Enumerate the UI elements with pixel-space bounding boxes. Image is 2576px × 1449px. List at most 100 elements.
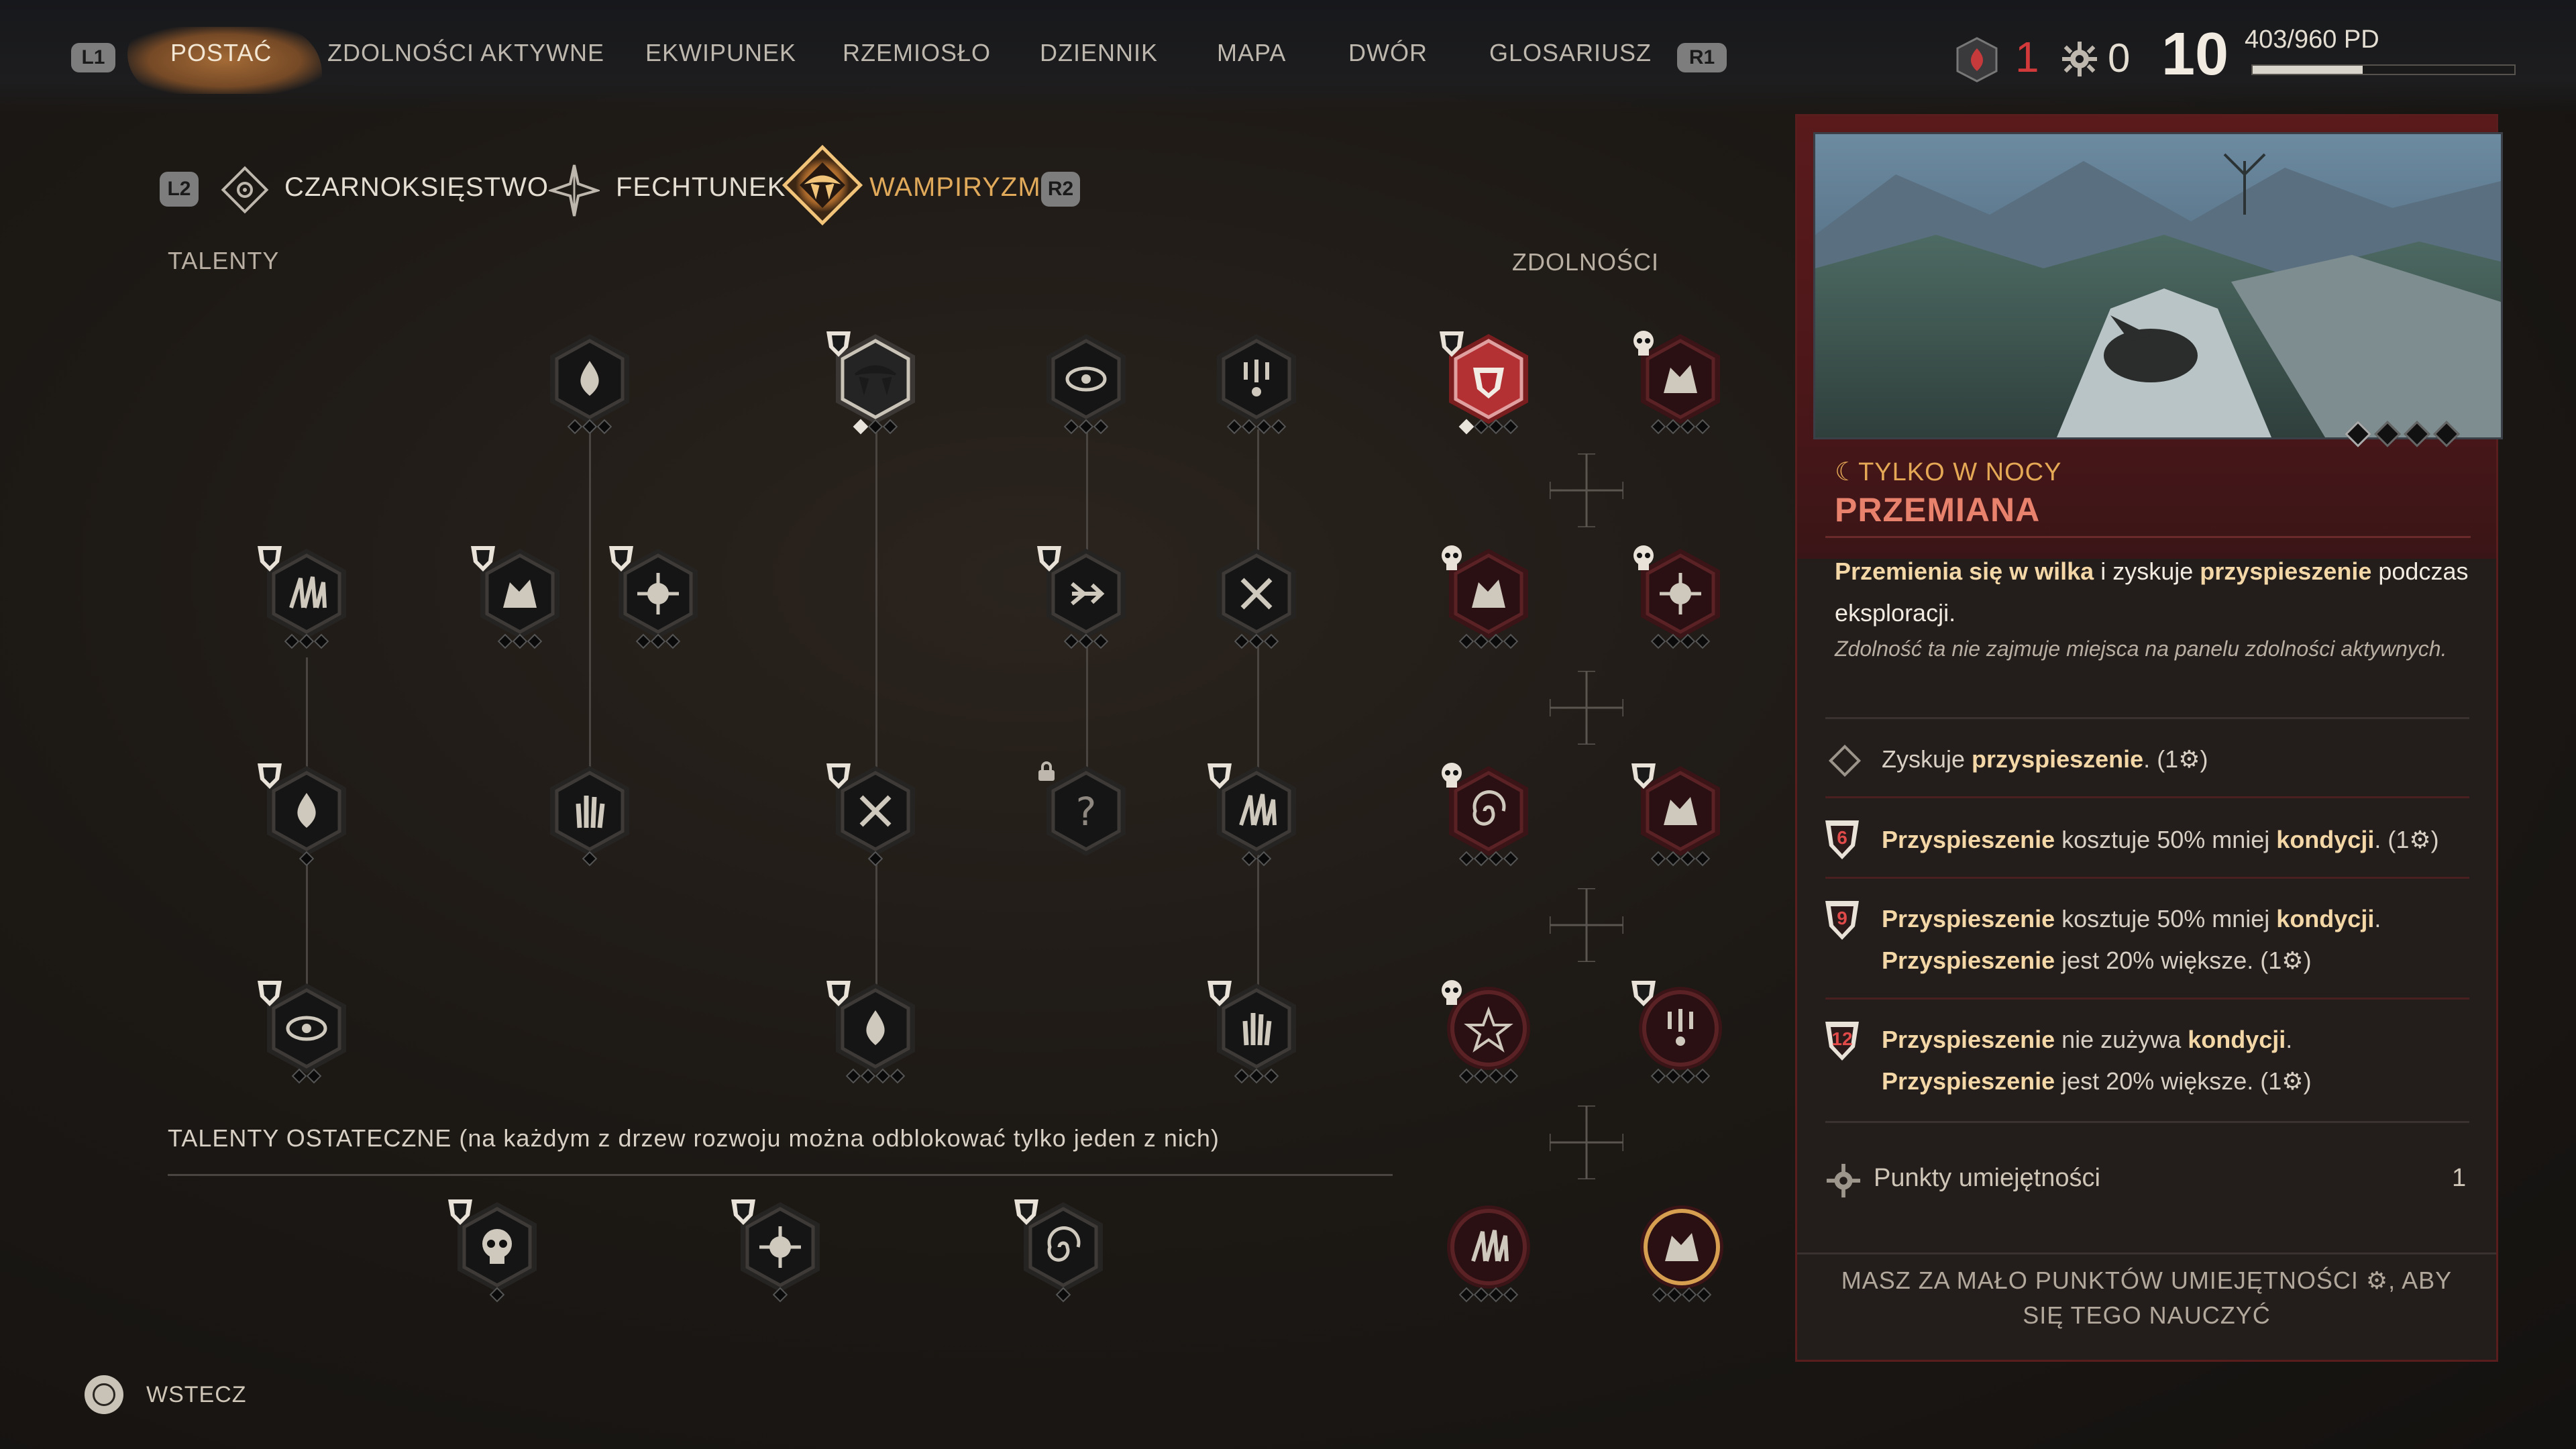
talent-node[interactable] — [825, 761, 926, 867]
talent-node[interactable] — [256, 543, 357, 649]
ultimate-ability-node-emblem — [1447, 1205, 1530, 1289]
rank-pip — [313, 633, 329, 649]
upgrade-cost: jest 20% większe. (1 — [2055, 947, 2282, 974]
rank-pip — [1488, 633, 1504, 649]
tab-rzemioslo[interactable]: RZEMIOSŁO — [843, 39, 991, 67]
ability-node[interactable] — [1630, 761, 1731, 867]
warning-text: MASZ ZA MAŁO PUNKTÓW UMIEJĘTNOŚCI — [1841, 1267, 2359, 1294]
rank-pip — [299, 633, 315, 649]
preview-pagination[interactable] — [2345, 421, 2460, 447]
talent-node[interactable] — [256, 978, 357, 1084]
talent-node[interactable] — [1036, 329, 1136, 435]
r2-button-hint[interactable]: R2 — [1041, 172, 1080, 207]
l2-button-hint[interactable]: L2 — [160, 172, 199, 207]
talent-node[interactable] — [256, 761, 357, 867]
skill-point-icon: ⚙ — [2178, 745, 2200, 773]
ability-title: PRZEMIANA — [1835, 491, 2041, 529]
warning-text: SIĘ TEGO NAUCZYĆ — [2023, 1301, 2271, 1329]
tab-dziennik[interactable]: DZIENNIK — [1040, 39, 1158, 67]
talent-node-selected[interactable] — [825, 329, 926, 435]
page-dot[interactable] — [2433, 421, 2460, 447]
ability-pair-divider — [1548, 887, 1625, 963]
circle-button-icon[interactable] — [85, 1375, 123, 1414]
talent-node-emblem — [1217, 549, 1296, 639]
section-divider — [1825, 877, 2469, 879]
rank-pip — [1093, 419, 1109, 435]
l1-button-hint[interactable]: L1 — [71, 43, 115, 72]
rank-indicator — [1630, 419, 1731, 435]
rank-indicator — [256, 1068, 357, 1084]
ultimate-ability-node-selected[interactable] — [1631, 1197, 1732, 1303]
talent-node[interactable] — [825, 978, 926, 1084]
rank-pip — [489, 1287, 505, 1303]
talent-node[interactable] — [470, 543, 570, 649]
talent-node[interactable] — [539, 761, 640, 867]
talent-node[interactable] — [1036, 543, 1136, 649]
ultimate-talent-node[interactable] — [730, 1197, 830, 1303]
vampire-fang-icon — [1014, 1199, 1038, 1225]
ultimate-talent-node[interactable] — [1013, 1197, 1114, 1303]
rank-pip — [1473, 633, 1489, 649]
level-6-fang-icon: 6 — [1821, 814, 1863, 862]
night-only-tag: ☾TYLKO W NOCY — [1835, 457, 2061, 487]
page-dot[interactable] — [2345, 421, 2371, 447]
upgrade-keyword: kondycji — [2276, 826, 2375, 853]
rank-pip — [650, 633, 666, 649]
skill-points-label: Punkty umiejętności — [1874, 1164, 2100, 1192]
ability-pair-divider — [1548, 1104, 1625, 1181]
tab-mapa[interactable]: MAPA — [1217, 39, 1286, 67]
rank-indicator — [608, 633, 708, 649]
subtab-wampiryzm[interactable]: WAMPIRYZM — [869, 172, 1041, 203]
ability-node[interactable] — [1438, 978, 1539, 1084]
talent-node[interactable] — [1206, 978, 1307, 1084]
tab-postac[interactable]: POSTAĆ — [170, 39, 272, 67]
talent-node[interactable] — [608, 543, 708, 649]
ability-node-przemiana[interactable] — [1438, 329, 1539, 435]
subtab-czarnoksiestwo[interactable]: CZARNOKSIĘSTWO — [284, 172, 549, 203]
tab-dwor[interactable]: DWÓR — [1348, 39, 1428, 67]
r1-button-hint[interactable]: R1 — [1677, 43, 1727, 72]
abilities-header: ZDOLNOŚCI — [1512, 248, 1660, 276]
rank-pip — [1271, 419, 1287, 435]
ultimate-talent-node[interactable] — [447, 1197, 547, 1303]
rank-pip — [1458, 1068, 1474, 1084]
vampire-fang-icon — [258, 981, 282, 1006]
talent-node[interactable] — [1206, 329, 1307, 435]
rank-pip — [596, 419, 612, 435]
rank-indicator — [825, 419, 926, 435]
skill-point-icon: ⚙ — [2365, 1267, 2389, 1294]
upgrade-text: . — [2143, 745, 2151, 773]
rank-pip — [1458, 851, 1474, 867]
talent-node[interactable] — [1206, 543, 1307, 649]
tab-zdolnosci-aktywne[interactable]: ZDOLNOŚCI AKTYWNE — [327, 39, 604, 67]
ability-node[interactable] — [1630, 978, 1731, 1084]
rank-pip — [1681, 1287, 1697, 1303]
page-dot[interactable] — [2404, 421, 2430, 447]
page-dot[interactable] — [2374, 421, 2401, 447]
talent-node[interactable] — [539, 329, 640, 435]
rank-pip — [1473, 1068, 1489, 1084]
vampire-fang-icon — [258, 546, 282, 572]
upgrade-keyword: Przyspieszenie — [1882, 905, 2055, 932]
ability-node[interactable] — [1630, 543, 1731, 649]
rank-pip — [853, 419, 869, 435]
skull-icon — [1633, 545, 1654, 570]
ultimate-ability-node[interactable] — [1438, 1197, 1539, 1303]
experience-bar-fill — [2253, 66, 2363, 74]
ability-node[interactable] — [1630, 329, 1731, 435]
vampirism-tree-icon[interactable] — [775, 138, 869, 232]
sorcery-tree-icon[interactable] — [220, 165, 270, 215]
tab-glosariusz[interactable]: GLOSARIUSZ — [1489, 39, 1652, 67]
upgrade-text: nie zużywa — [2055, 1026, 2188, 1053]
back-button[interactable]: WSTECZ — [146, 1382, 247, 1408]
talent-node[interactable] — [1206, 761, 1307, 867]
vampire-fang-icon — [1208, 981, 1232, 1006]
tab-ekwipunek[interactable]: EKWIPUNEK — [645, 39, 796, 67]
ability-node[interactable] — [1438, 543, 1539, 649]
fencing-tree-icon[interactable] — [547, 164, 602, 217]
ability-node[interactable] — [1438, 761, 1539, 867]
rank-pip — [1680, 851, 1696, 867]
subtab-fechtunek[interactable]: FECHTUNEK — [616, 172, 786, 203]
rank-pip — [1488, 1068, 1504, 1084]
locked-talent-node[interactable]: ? — [1036, 761, 1136, 861]
